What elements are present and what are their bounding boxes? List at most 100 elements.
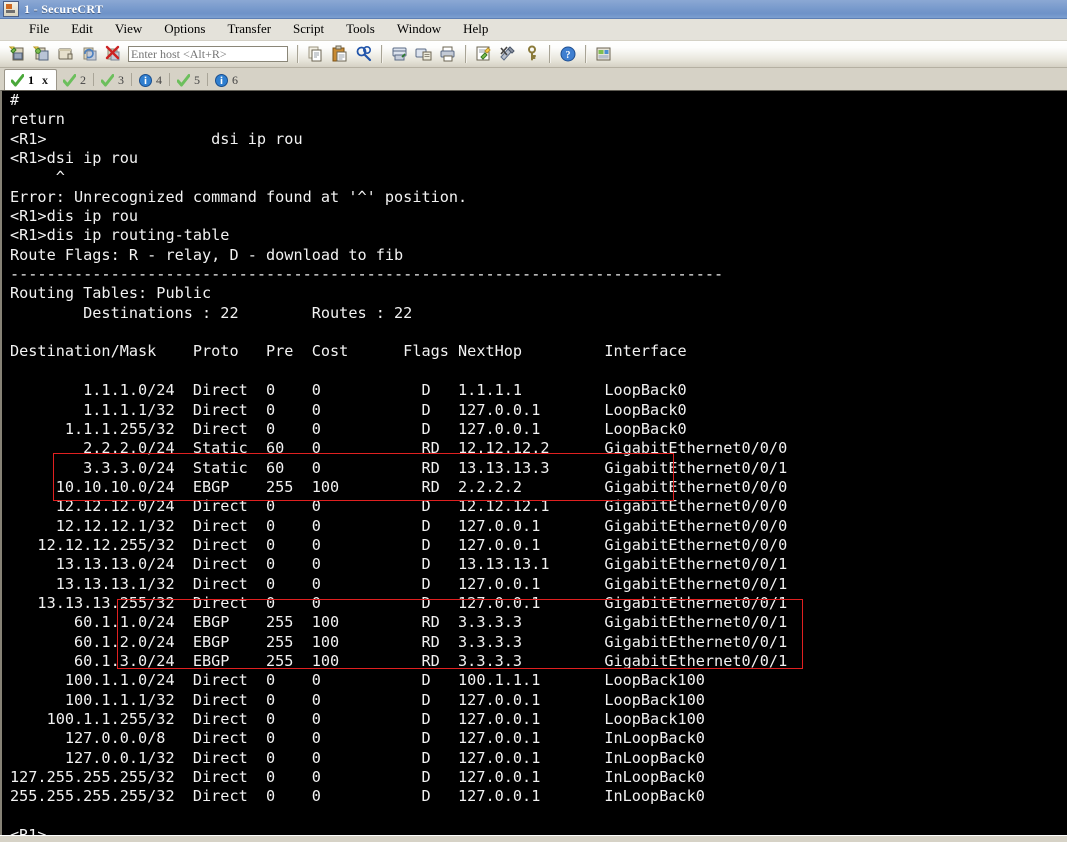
tab-separator — [207, 72, 208, 86]
connect-session-icon — [33, 45, 51, 63]
reconnect-icon — [81, 45, 99, 63]
terminal-line: ^ — [10, 168, 65, 187]
terminal-line: ----------------------------------------… — [10, 265, 724, 284]
menu-tools[interactable]: Tools — [335, 20, 386, 39]
global-options-icon — [499, 45, 517, 63]
tab-session-3[interactable]: 3 — [95, 71, 130, 90]
tab-label-6: 6 — [232, 73, 238, 87]
log-session-icon — [391, 45, 409, 63]
log-session-button[interactable] — [389, 43, 411, 65]
print-button[interactable] — [437, 43, 459, 65]
securecrt-app-icon — [3, 1, 19, 17]
print-screen-button[interactable] — [413, 43, 435, 65]
arrange-icon — [595, 45, 613, 63]
tab-close-button[interactable]: x — [42, 73, 48, 88]
new-session-button[interactable] — [7, 43, 29, 65]
terminal-text: # return <R1> dsi ip rou <R1>dsi ip rou ^ Er… — [10, 91, 787, 835]
toolbar-separator-4 — [549, 45, 551, 63]
tab-session-2[interactable]: 2 — [57, 71, 92, 90]
check-icon — [11, 73, 24, 86]
host-input[interactable] — [128, 46, 288, 62]
title-bar: 1 - SecureCRT — [0, 0, 1067, 19]
terminal-screen[interactable]: # return <R1> dsi ip rou <R1>dsi ip rou ^ Er… — [0, 90, 1067, 835]
status-bar — [0, 835, 1067, 842]
terminal-line: 127.0.0.0/8 Direct 0 0 D 127.0.0.1 InLoo… — [10, 729, 705, 748]
terminal-line: return — [10, 110, 65, 129]
arrange-button[interactable] — [593, 43, 615, 65]
tab-session-1[interactable]: 1 x — [4, 69, 57, 90]
terminal-line: 127.255.255.255/32 Direct 0 0 D 127.0.0.… — [10, 768, 705, 787]
tab-label-5: 5 — [194, 73, 200, 87]
menu-bar: File Edit View Options Transfer Script T… — [0, 19, 1067, 41]
window-title: 1 - SecureCRT — [24, 1, 104, 16]
terminal-line: 12.12.12.0/24 Direct 0 0 D 12.12.12.1 Gi… — [10, 497, 788, 516]
print-icon — [439, 45, 457, 63]
paste-icon — [331, 45, 349, 63]
terminal-line: 2.2.2.0/24 Static 60 0 RD 12.12.12.2 Gig… — [10, 439, 788, 458]
paste-button[interactable] — [329, 43, 351, 65]
copy-button[interactable] — [305, 43, 327, 65]
tab-label-2: 2 — [80, 73, 86, 87]
tab-label-4: 4 — [156, 73, 162, 87]
help-button[interactable]: ? — [557, 43, 579, 65]
terminal-line: 60.1.3.0/24 EBGP 255 100 RD 3.3.3.3 Giga… — [10, 651, 788, 670]
find-button[interactable] — [353, 43, 375, 65]
key-button[interactable] — [521, 43, 543, 65]
tab-separator — [169, 72, 170, 86]
menu-help[interactable]: Help — [452, 20, 499, 39]
tab-session-5[interactable]: 5 — [171, 71, 206, 90]
svg-text:?: ? — [566, 50, 571, 61]
tab-label-3: 3 — [118, 73, 124, 87]
session-options-icon — [475, 45, 493, 63]
toolbar-separator-3 — [465, 45, 467, 63]
terminal-line: 3.3.3.0/24 Static 60 0 RD 13.13.13.3 Gig… — [10, 458, 788, 477]
toolbar-separator-5 — [585, 45, 587, 63]
menu-transfer[interactable]: Transfer — [216, 20, 282, 39]
terminal-line: 100.1.1.255/32 Direct 0 0 D 127.0.0.1 Lo… — [10, 710, 705, 728]
connect-local-shell-button[interactable] — [55, 43, 77, 65]
terminal-line: 100.1.1.1/32 Direct 0 0 D 127.0.0.1 Loop… — [10, 690, 705, 709]
connect-session-button[interactable] — [31, 43, 53, 65]
terminal-line: 255.255.255.255/32 Direct 0 0 D 127.0.0.… — [10, 787, 705, 806]
terminal-line: 13.13.13.255/32 Direct 0 0 D 127.0.0.1 G… — [10, 593, 788, 612]
menu-window[interactable]: Window — [386, 20, 452, 39]
toolbar-separator-2 — [381, 45, 383, 63]
terminal-line: 13.13.13.1/32 Direct 0 0 D 127.0.0.1 Gig… — [10, 574, 788, 593]
terminal-line: <R1>dis ip routing-table — [10, 226, 230, 245]
terminal-line: Destinations : 22 Routes : 22 — [10, 303, 413, 322]
find-icon — [355, 45, 373, 63]
menu-view[interactable]: View — [104, 20, 153, 39]
menu-options[interactable]: Options — [153, 20, 216, 39]
menu-script[interactable]: Script — [282, 20, 335, 39]
toolbar: ? — [0, 41, 1067, 68]
menu-file[interactable]: File — [18, 20, 60, 39]
terminal-line: # — [10, 91, 20, 109]
session-options-button[interactable] — [473, 43, 495, 65]
terminal-line: <R1> dsi ip rou — [10, 129, 303, 148]
key-icon — [523, 45, 541, 63]
global-options-button[interactable] — [497, 43, 519, 65]
check-icon — [63, 74, 76, 87]
tab-session-4[interactable]: 4 — [133, 71, 168, 90]
copy-icon — [307, 45, 325, 63]
terminal-line: 12.12.12.1/32 Direct 0 0 D 127.0.0.1 Gig… — [10, 516, 788, 535]
tab-session-6[interactable]: 6 — [209, 71, 244, 90]
terminal-line: Destination/Mask Proto Pre Cost Flags Ne… — [10, 342, 687, 361]
tab-separator — [131, 72, 132, 86]
disconnect-button[interactable] — [103, 43, 125, 65]
menu-edit[interactable]: Edit — [60, 20, 104, 39]
terminal-line: 1.1.1.0/24 Direct 0 0 D 1.1.1.1 LoopBack… — [10, 381, 687, 400]
terminal-line: 10.10.10.0/24 EBGP 255 100 RD 2.2.2.2 Gi… — [10, 477, 788, 496]
info-icon — [139, 74, 152, 87]
reconnect-button[interactable] — [79, 43, 101, 65]
terminal-line: 100.1.1.0/24 Direct 0 0 D 100.1.1.1 Loop… — [10, 671, 705, 690]
terminal-line: Route Flags: R - relay, D - download to … — [10, 245, 404, 264]
tab-separator — [93, 72, 94, 86]
terminal-line: Error: Unrecognized command found at '^'… — [10, 187, 468, 206]
terminal-line: 12.12.12.255/32 Direct 0 0 D 127.0.0.1 G… — [10, 535, 788, 554]
terminal-line: 60.1.1.0/24 EBGP 255 100 RD 3.3.3.3 Giga… — [10, 613, 788, 632]
toolbar-separator-1 — [297, 45, 299, 63]
terminal-line: <R1>dis ip rou — [10, 207, 139, 226]
